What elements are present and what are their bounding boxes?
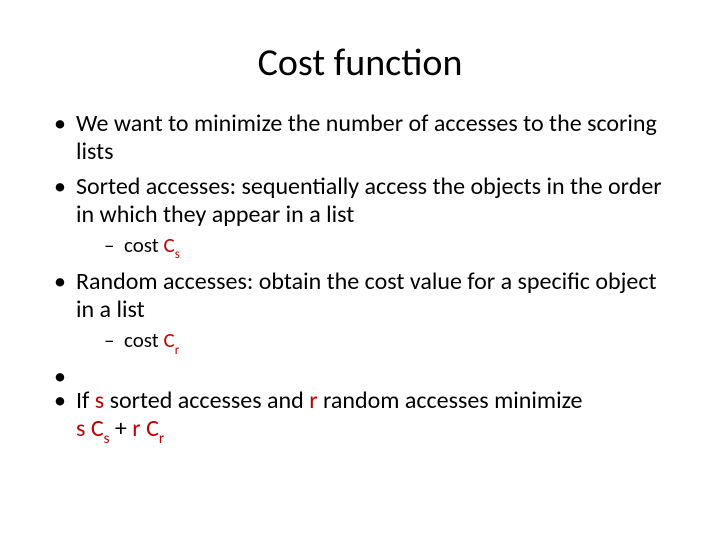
expr-cs: Cs	[91, 414, 110, 443]
bullet-4-t3: random accesses minimize	[318, 386, 583, 415]
slide-title: Cost function	[48, 40, 672, 86]
bullet-4-t1: If	[76, 386, 95, 415]
bullet-2: Sorted accesses: sequentially access the…	[48, 173, 672, 262]
slide: Cost function We want to minimize the nu…	[0, 0, 720, 540]
bullet-4: If s sorted accesses and r random access…	[48, 387, 672, 447]
cost-cr-C: C	[164, 327, 175, 353]
bullet-3: Random accesses: obtain the cost value f…	[48, 268, 672, 357]
expr-cs-s: s	[104, 429, 110, 447]
expr-plus: +	[109, 414, 132, 443]
bullet-2-sub-pre: cost	[124, 232, 164, 258]
cost-cs-s: s	[175, 247, 180, 262]
cost-cs-C: C	[164, 232, 175, 258]
bullet-3-sub: cost Cr	[76, 328, 672, 357]
cost-cr-r: r	[175, 343, 180, 358]
bullet-2-lead: Sorted accesses	[76, 172, 230, 201]
var-s: s	[95, 386, 104, 415]
bullet-1: We want to minimize the number of access…	[48, 110, 672, 167]
spacer	[48, 363, 672, 381]
expr-r: r	[132, 414, 140, 443]
bullet-3-lead: Random accesses	[76, 267, 247, 296]
expr-s: s	[76, 414, 85, 443]
bullet-3-sublist: cost Cr	[76, 328, 672, 357]
bullet-list: We want to minimize the number of access…	[48, 110, 672, 447]
bullet-4-t2: sorted accesses and	[104, 386, 309, 415]
var-r: r	[309, 386, 317, 415]
expr-cr: Cr	[146, 414, 164, 443]
expr-cr-r: r	[159, 429, 164, 447]
cost-cs: Cs	[164, 232, 180, 258]
bullet-2-sub: cost Cs	[76, 233, 672, 262]
bullet-3-sub-pre: cost	[124, 327, 164, 353]
expr-cs-C: C	[91, 414, 104, 443]
bullet-2-sublist: cost Cs	[76, 233, 672, 262]
bullet-1-text: We want to minimize the number of access…	[76, 109, 657, 166]
expr-cr-C: C	[146, 414, 159, 443]
cost-cr: Cr	[164, 327, 180, 353]
